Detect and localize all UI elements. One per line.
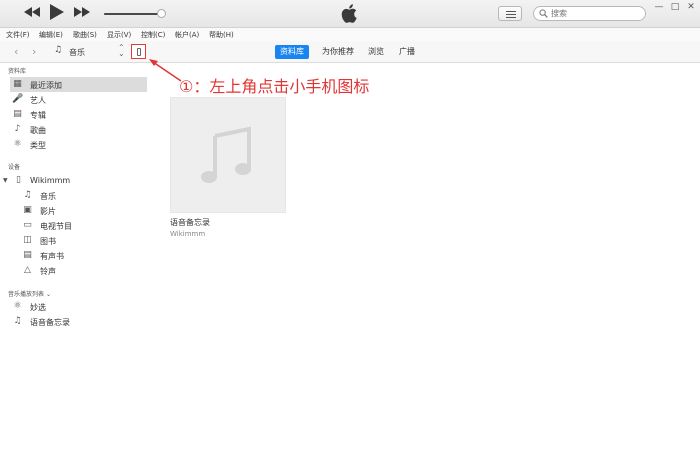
tv-icon: ▭ [23,220,32,230]
music-note-icon: ♫ [54,45,63,55]
device-button[interactable] [131,44,146,59]
sidebar-item-label: 专辑 [30,111,46,120]
sidebar-item-label: 艺人 [30,96,46,105]
sidebar-item-label: 影片 [40,207,56,216]
tab-browse[interactable]: 浏览 [363,45,389,59]
navigation-bar: ‹ › ♫ 音乐 ⌃ ⌄ 资料库 为你推荐 浏览 广播 [0,41,700,63]
genius-icon: ⚛ [13,301,22,311]
annotation-text: ①：左上角点击小手机图标 [179,77,370,96]
playlists-section-header[interactable]: 音乐播放列表 ⌄ [8,289,51,298]
list-icon [506,11,516,12]
playlists-header-label: 音乐播放列表 [8,291,45,298]
sidebar-item-label: 妙选 [30,303,46,312]
menu-view[interactable]: 显示(V) [107,30,131,40]
player-bar: — □ ✕ [0,0,700,28]
menu-controls[interactable]: 控制(C) [141,30,165,40]
media-kind-label: 音乐 [69,48,85,57]
sidebar: 资料库 ▦ 最近添加 🎤 艺人 ▤ 专辑 ♪ 歌曲 ⚛ 类型 设备 ▼ ▯ Wi… [0,63,150,461]
media-kind-select[interactable]: ♫ 音乐 ⌃ ⌄ [50,43,128,59]
up-next-list-button[interactable] [498,6,522,21]
menu-file[interactable]: 文件(F) [6,30,30,40]
volume-slider[interactable] [104,9,166,18]
sidebar-item-device[interactable]: ▼ ▯ Wikimmm [0,173,147,188]
sidebar-item-albums[interactable]: ▤ 专辑 [10,107,147,122]
sidebar-item-device-music[interactable]: ♫ 音乐 [20,188,147,203]
bell-icon: △ [24,265,31,275]
music-note-icon: ♪ [14,124,21,134]
iphone-icon: ▯ [16,175,21,185]
sidebar-item-voice-memos[interactable]: ♫ 语音备忘录 [10,314,147,329]
forward-arrow-icon[interactable]: › [32,45,36,58]
tab-radio[interactable]: 广播 [394,45,420,59]
album-icon: ▤ [13,109,22,119]
menu-song[interactable]: 歌曲(S) [73,30,97,40]
microphone-icon: 🎤 [12,94,24,104]
search-input[interactable] [551,8,641,19]
sidebar-item-device-books[interactable]: ◫ 图书 [20,233,147,248]
menu-edit[interactable]: 编辑(E) [39,30,63,40]
tab-library[interactable]: 资料库 [275,45,309,59]
fast-forward-icon [74,7,90,17]
library-section-header: 资料库 [8,68,27,75]
sidebar-item-label: 歌曲 [30,126,46,135]
devices-section-header: 设备 [8,164,21,171]
music-note-icon: ♫ [23,190,32,200]
sidebar-item-genres[interactable]: ⚛ 类型 [10,137,147,152]
play-icon [50,4,64,20]
book-icon: ◫ [23,235,32,245]
volume-knob[interactable] [157,9,166,18]
select-updown-icon: ⌃ ⌄ [118,43,125,58]
sidebar-item-label: 类型 [30,141,46,150]
sidebar-item-genius[interactable]: ⚛ 妙选 [10,299,147,314]
sidebar-item-device-tones[interactable]: △ 铃声 [20,263,147,278]
menu-bar: 文件(F) 编辑(E) 歌曲(S) 显示(V) 控制(C) 帐户(A) 帮助(H… [0,28,700,41]
play-button[interactable] [50,4,64,22]
volume-level [104,13,161,15]
recently-added-icon: ▦ [13,79,22,89]
sidebar-item-artists[interactable]: 🎤 艺人 [10,92,147,107]
next-track-button[interactable] [74,7,90,19]
rewind-icon [24,7,40,17]
back-arrow-icon[interactable]: ‹ [14,45,18,58]
minimize-button[interactable]: — [653,2,665,12]
sidebar-item-device-movies[interactable]: ▣ 影片 [20,203,147,218]
album-artwork[interactable] [170,97,286,213]
sidebar-item-label: 最近添加 [30,81,62,90]
playlist-icon: ♫ [13,316,22,326]
chevron-down-icon: ⌄ [45,291,51,298]
audiobook-icon: ▤ [23,250,32,260]
sidebar-item-label: 音乐 [40,192,56,201]
music-note-icon [201,126,251,183]
menu-account[interactable]: 帐户(A) [175,30,199,40]
disclosure-triangle-icon[interactable]: ▼ [3,177,8,184]
sidebar-item-songs[interactable]: ♪ 歌曲 [10,122,147,137]
sidebar-item-label: 铃声 [40,267,56,276]
sidebar-item-label: 语音备忘录 [30,318,70,327]
album-artist: Wikimmm [170,230,206,238]
genre-icon: ⚛ [13,139,22,149]
tab-for-you[interactable]: 为你推荐 [317,45,359,59]
close-button[interactable]: ✕ [685,2,697,12]
sidebar-item-device-tv[interactable]: ▭ 电视节目 [20,218,147,233]
device-name: Wikimmm [30,176,71,185]
search-field[interactable] [533,6,646,21]
previous-track-button[interactable] [24,7,40,19]
search-icon [539,9,548,20]
sidebar-item-label: 有声书 [40,252,64,261]
maximize-button[interactable]: □ [669,2,681,12]
album-title[interactable]: 语音备忘录 [170,217,210,228]
iphone-icon [137,48,141,56]
apple-logo-icon [341,4,357,25]
sidebar-item-device-audiobooks[interactable]: ▤ 有声书 [20,248,147,263]
sidebar-item-label: 电视节目 [40,222,72,231]
film-icon: ▣ [23,205,32,215]
sidebar-item-label: 图书 [40,237,56,246]
sidebar-item-recently-added[interactable]: ▦ 最近添加 [10,77,147,92]
menu-help[interactable]: 帮助(H) [209,30,234,40]
